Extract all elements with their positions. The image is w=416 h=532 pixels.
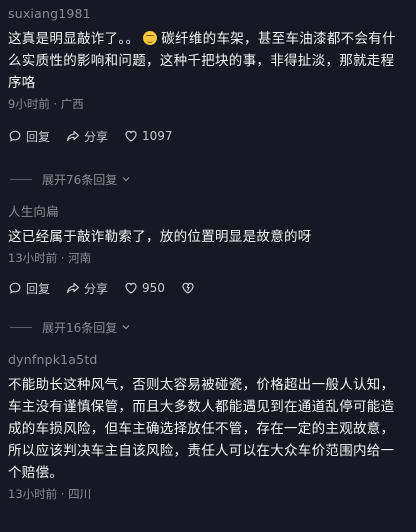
comment-item: suxiang1981 这真是明显敲诈了。。 碳纤维的车架，甚至车油漆都不会有什么… (8, 6, 408, 147)
divider (10, 326, 32, 328)
comment-item: 人生向扁 这已经属于敲诈勒索了，放的位置明显是故意的呀 13小时前 · 河南 回… (8, 204, 408, 299)
heart-icon (125, 282, 137, 294)
comment-text: 不能助长这种风气，否则太容易被碰瓷，价格超出一般人认知，车主没有谨慎保管，而且大… (8, 377, 395, 481)
dislike-icon (182, 282, 194, 294)
reply-button[interactable]: 回复 (8, 280, 50, 297)
chevron-down-icon (122, 177, 130, 182)
reply-label: 回复 (26, 281, 51, 296)
like-button[interactable]: 950 (124, 281, 165, 295)
comment-text-part: 这真是明显敲诈了。。 (8, 31, 140, 47)
comment-actions: 回复 分享 1097 (8, 125, 408, 147)
share-icon (67, 130, 80, 142)
heart-icon (125, 130, 137, 142)
chevron-down-icon (122, 325, 130, 330)
smile-emoji-icon (143, 31, 158, 45)
like-count: 950 (142, 281, 165, 295)
like-button[interactable]: 1097 (124, 129, 173, 143)
dislike-button[interactable] (181, 281, 199, 295)
comment-username[interactable]: suxiang1981 (8, 6, 408, 22)
expand-replies-button[interactable]: 展开16条回复 (10, 318, 131, 336)
divider (10, 178, 32, 180)
share-icon (67, 282, 80, 294)
comment-username[interactable]: dynfnpk1a5td (8, 352, 408, 368)
comment-actions: 回复 分享 950 (8, 277, 408, 299)
reply-icon (9, 282, 21, 294)
expand-replies-label: 展开16条回复 (42, 320, 118, 335)
comment-meta: 13小时前 · 河南 (8, 251, 92, 265)
reply-label: 回复 (26, 129, 51, 144)
expand-replies-button[interactable]: 展开76条回复 (10, 170, 131, 188)
comment-feed: suxiang1981 这真是明显敲诈了。。 碳纤维的车架，甚至车油漆都不会有什么… (0, 0, 416, 532)
like-count: 1097 (142, 129, 173, 143)
comment-meta: 9小时前 · 广西 (8, 97, 84, 111)
expand-replies-label: 展开76条回复 (42, 172, 118, 187)
share-label: 分享 (84, 281, 109, 296)
comment-item: dynfnpk1a5td 不能助长这种风气，否则太容易被碰瓷，价格超出一般人认知… (8, 352, 408, 502)
share-button[interactable]: 分享 (66, 280, 108, 297)
reply-icon (9, 130, 21, 142)
reply-button[interactable]: 回复 (8, 128, 50, 145)
comment-text: 这已经属于敲诈勒索了，放的位置明显是故意的呀 (8, 229, 312, 245)
comment-text: 这真是明显敲诈了。。 碳纤维的车架，甚至车油漆都不会有什么实质性的影响和问题，这种… (8, 28, 408, 94)
share-button[interactable]: 分享 (66, 128, 108, 145)
share-label: 分享 (84, 129, 109, 144)
comment-meta: 13小时前 · 四川 (8, 487, 92, 501)
comment-username[interactable]: 人生向扁 (8, 204, 408, 220)
